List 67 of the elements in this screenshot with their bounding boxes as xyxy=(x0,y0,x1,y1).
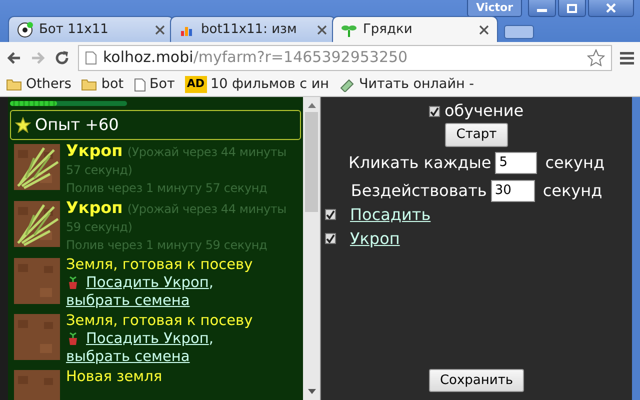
unit-label: секунд xyxy=(545,152,604,174)
close-button[interactable] xyxy=(588,0,634,17)
option-link[interactable]: Посадить xyxy=(350,202,431,226)
book-icon xyxy=(338,78,355,92)
number-field[interactable]: 30 xyxy=(490,180,535,202)
page-icon xyxy=(134,78,146,92)
water-timer: Полив через 1 минуту 57 секунд xyxy=(66,180,268,197)
unit-label: секунд xyxy=(542,180,602,202)
checkbox[interactable] xyxy=(325,209,336,220)
browser-tab[interactable]: Бот 11x11 xyxy=(8,16,174,42)
bookmark[interactable]: AD 10 фильмов с ин xyxy=(184,74,329,95)
close-icon[interactable] xyxy=(317,24,327,34)
folder-icon xyxy=(6,78,22,91)
scroll-down-icon xyxy=(308,389,316,394)
close-icon[interactable] xyxy=(479,24,489,34)
scroll-up-icon xyxy=(308,103,316,108)
separator-text: , xyxy=(208,275,214,291)
plant-link[interactable]: Посадить Укроп xyxy=(86,275,209,291)
plant-link[interactable]: Посадить Укроп xyxy=(86,331,209,347)
back-icon[interactable] xyxy=(6,50,22,66)
crop-status: Укроп (Урожай через 44 минуты 57 секунд) xyxy=(66,142,288,179)
star-icon[interactable] xyxy=(587,48,605,66)
reload-icon[interactable] xyxy=(54,50,70,66)
browser-tab[interactable]: bot11x11: изм xyxy=(170,16,336,42)
checkbox-label: обучение xyxy=(444,100,524,122)
notice-text: Опыт +60 xyxy=(35,114,119,136)
ball-icon xyxy=(17,22,33,38)
menu-icon[interactable] xyxy=(620,50,634,64)
address-bar[interactable]: kolhoz.mobi/myfarm?r=1465392953250 xyxy=(78,44,612,70)
choose-seeds-link[interactable]: выбрать семена xyxy=(66,349,190,365)
minimize-button[interactable] xyxy=(528,0,556,17)
option-link[interactable]: Укроп xyxy=(350,226,400,250)
water-timer: Полив через 1 минуту 59 секунд xyxy=(66,237,268,254)
plot-title: Земля, готовая к посеву xyxy=(66,312,253,330)
maximize-button[interactable] xyxy=(558,0,586,17)
folder-icon xyxy=(81,78,98,91)
bookmark[interactable]: Бот xyxy=(134,74,175,95)
start-button[interactable]: Старт xyxy=(445,123,508,146)
setting-label: Кликать каждые xyxy=(348,152,492,174)
url-text: kolhoz.mobi/myfarm?r=1465392953250 xyxy=(103,47,408,68)
number-field[interactable]: 5 xyxy=(495,152,538,174)
checkbox[interactable] xyxy=(429,106,440,116)
close-icon[interactable] xyxy=(155,24,165,34)
pot-icon xyxy=(66,276,80,290)
checkbox[interactable] xyxy=(325,233,336,244)
browser-tab[interactable]: Грядки xyxy=(332,16,498,42)
crop-status: Укроп (Урожай через 44 минуты 59 секунд) xyxy=(66,199,288,236)
scrollbar[interactable] xyxy=(303,97,320,400)
setting-label: Бездействовать xyxy=(350,180,487,202)
plot-title: Новая земля xyxy=(66,368,162,386)
pot-icon xyxy=(66,332,80,346)
new-tab-button[interactable] xyxy=(504,25,534,39)
close-icon xyxy=(606,3,616,13)
bookmark[interactable]: bot xyxy=(81,74,124,95)
plot-title: Земля, готовая к посеву xyxy=(66,256,253,274)
maximize-icon xyxy=(567,4,577,12)
separator-text: , xyxy=(208,331,214,347)
check-icon xyxy=(326,234,335,243)
bookmark[interactable]: Читать онлайн - xyxy=(338,74,474,95)
bookmark[interactable]: Others xyxy=(6,74,72,95)
save-button[interactable]: Сохранить xyxy=(428,368,524,392)
star-icon xyxy=(15,117,31,133)
choose-seeds-link[interactable]: выбрать семена xyxy=(66,293,190,309)
check-icon xyxy=(326,210,335,219)
ad-badge: AD xyxy=(184,76,207,93)
page-icon xyxy=(85,50,97,64)
check-icon xyxy=(430,106,440,116)
